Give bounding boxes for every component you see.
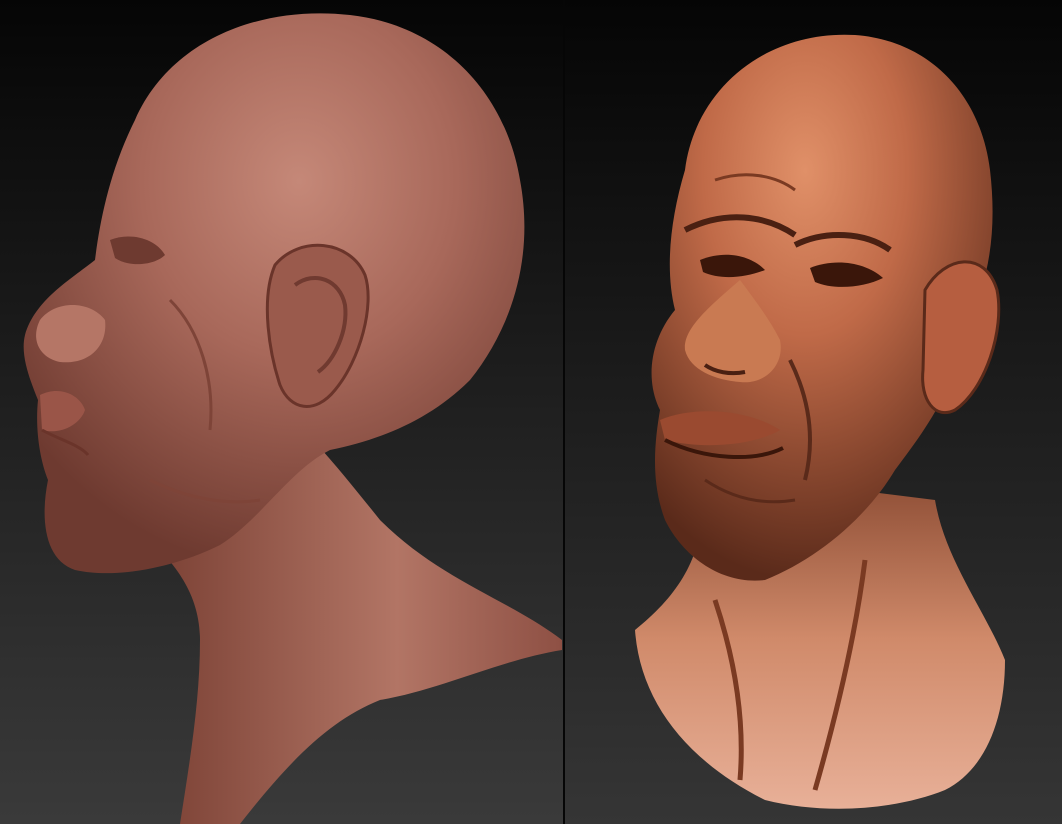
side-profile-bust [23, 13, 562, 824]
three-quarter-bust [635, 34, 1005, 809]
image-canvas [0, 0, 1062, 824]
ear-shape [921, 260, 1001, 414]
left-view-panel [0, 0, 565, 824]
right-view-panel [565, 0, 1062, 824]
